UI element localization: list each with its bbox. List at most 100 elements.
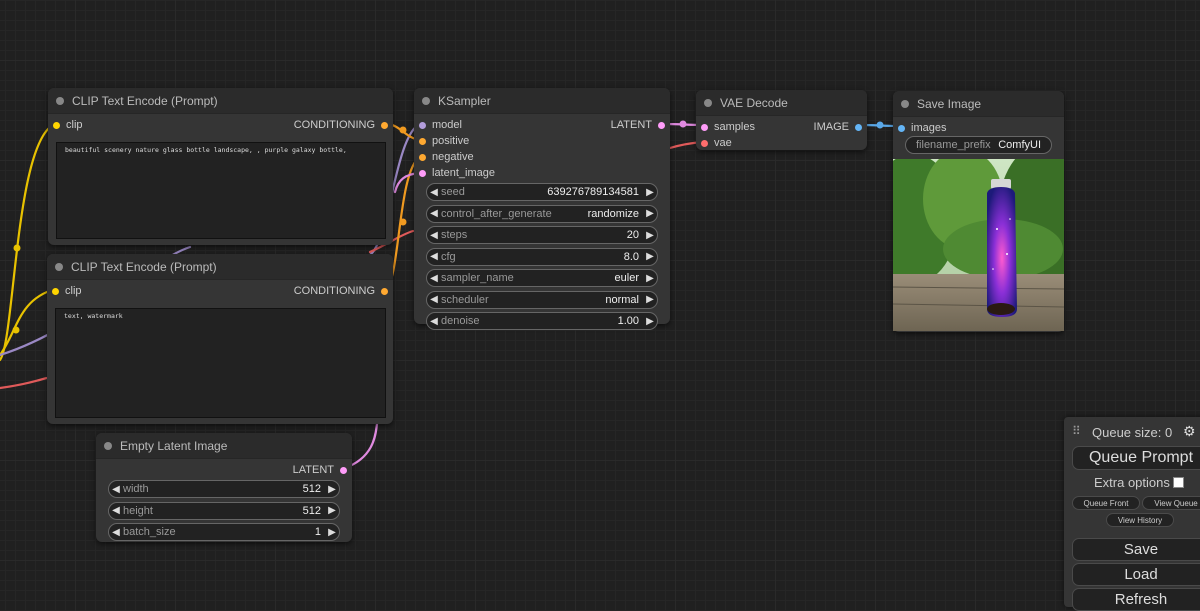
node-title-bar[interactable]: CLIP Text Encode (Prompt) [47,254,393,280]
queue-front-button[interactable]: Queue Front [1072,496,1140,510]
decrement-arrow-icon[interactable]: ◀ [427,316,441,327]
wire-vae [0,376,49,390]
node-title: Empty Latent Image [120,438,228,453]
view-queue-button[interactable]: View Queue [1142,496,1200,510]
prompt-textarea[interactable]: text, watermark [55,308,386,418]
slot-dot-icon[interactable] [419,153,426,161]
widget-sampler-name[interactable]: ◀ sampler_name euler ▶ [426,269,658,287]
save-image-node[interactable]: Save Image images filename_prefix ComfyU… [893,91,1064,332]
decrement-arrow-icon[interactable]: ◀ [109,527,123,538]
slot-dot-icon[interactable] [701,123,708,131]
input-slot-images[interactable]: images [898,122,946,134]
node-title-bar[interactable]: KSampler [414,88,670,114]
slot-dot-icon[interactable] [419,137,426,145]
output-slot-latent[interactable]: LATENT [293,464,347,476]
increment-arrow-icon[interactable]: ▶ [643,251,657,262]
node-title: CLIP Text Encode (Prompt) [72,93,218,108]
node-title: Save Image [917,96,982,111]
widget-filename-prefix[interactable]: filename_prefix ComfyUI [905,136,1052,154]
input-slot-clip[interactable]: clip [52,285,82,297]
widget-seed[interactable]: ◀ seed 639276789134581 ▶ [426,183,658,201]
queue-size-label: Queue size: 0 [1092,425,1173,440]
collapse-dot-icon[interactable] [104,441,112,450]
refresh-button[interactable]: Refresh [1072,588,1200,611]
save-button[interactable]: Save [1072,538,1200,561]
collapse-dot-icon[interactable] [56,96,64,105]
slot-dot-icon[interactable] [52,287,59,295]
widget-steps[interactable]: ◀ steps 20 ▶ [426,226,658,244]
slot-dot-icon[interactable] [658,121,665,129]
input-slot-clip[interactable]: clip [53,119,83,131]
output-slot-latent[interactable]: LATENT [611,119,665,131]
slot-dot-icon[interactable] [419,169,426,177]
slot-dot-icon[interactable] [898,124,905,132]
increment-arrow-icon[interactable]: ▶ [643,316,657,327]
node-title-bar[interactable]: CLIP Text Encode (Prompt) [48,88,393,114]
input-slot-model[interactable]: model [419,119,462,131]
slot-dot-icon[interactable] [419,121,426,129]
prompt-textarea[interactable]: beautiful scenery nature glass bottle la… [56,142,386,239]
input-slot-latent-image[interactable]: latent_image [419,167,495,179]
decrement-arrow-icon[interactable]: ◀ [427,251,441,262]
load-button[interactable]: Load [1072,563,1200,586]
empty-latent-image-node[interactable]: Empty Latent Image LATENT ◀ width 512 ▶ ◀ he… [96,433,352,542]
input-slot-positive[interactable]: positive [419,135,469,147]
decrement-arrow-icon[interactable]: ◀ [109,484,123,495]
extra-options-checkbox[interactable] [1172,477,1184,488]
increment-arrow-icon[interactable]: ▶ [643,294,657,305]
node-title: VAE Decode [720,95,788,110]
settings-gear-icon[interactable]: ⚙ [1183,423,1196,440]
widget-batch-size[interactable]: ◀ batch_size 1 ▶ [108,523,340,541]
drag-handle-icon[interactable]: ⠿ [1072,424,1081,438]
decrement-arrow-icon[interactable]: ◀ [427,187,441,198]
widget-scheduler[interactable]: ◀ scheduler normal ▶ [426,290,658,309]
increment-arrow-icon[interactable]: ▶ [643,230,657,241]
queue-panel: ⠿ Queue size: 0 ⚙ Queue Prompt Extra opt… [1064,417,1200,611]
widget-denoise[interactable]: ◀ denoise 1.00 ▶ [426,312,658,330]
decrement-arrow-icon[interactable]: ◀ [109,505,123,516]
slot-dot-icon[interactable] [381,287,388,295]
output-slot-conditioning[interactable]: CONDITIONING [294,285,388,297]
decrement-arrow-icon[interactable]: ◀ [427,208,441,219]
widget-width[interactable]: ◀ width 512 ▶ [108,480,340,498]
slot-dot-icon[interactable] [701,139,708,147]
node-title-bar[interactable]: VAE Decode [696,90,867,116]
increment-arrow-icon[interactable]: ▶ [643,187,657,198]
collapse-dot-icon[interactable] [55,262,63,271]
increment-arrow-icon[interactable]: ▶ [643,208,657,219]
widget-cfg[interactable]: ◀ cfg 8.0 ▶ [426,247,658,266]
slot-dot-icon[interactable] [381,121,388,129]
widget-control-after-generate[interactable]: ◀ control_after_generate randomize ▶ [426,204,658,223]
increment-arrow-icon[interactable]: ▶ [325,527,339,538]
decrement-arrow-icon[interactable]: ◀ [427,230,441,241]
node-title: CLIP Text Encode (Prompt) [71,259,217,274]
ksampler-node[interactable]: KSampler model LATENT positive negative … [414,88,670,330]
clip-text-encode-node-negative[interactable]: CLIP Text Encode (Prompt) clip CONDITION… [47,254,393,424]
decrement-arrow-icon[interactable]: ◀ [427,294,441,305]
slot-dot-icon[interactable] [340,466,347,474]
widget-height[interactable]: ◀ height 512 ▶ [108,501,340,520]
view-history-button[interactable]: View History [1106,513,1174,527]
node-title: KSampler [438,93,491,108]
collapse-dot-icon[interactable] [704,98,712,107]
node-title-bar[interactable]: Save Image [893,91,1064,117]
decrement-arrow-icon[interactable]: ◀ [427,273,441,284]
node-title-bar[interactable]: Empty Latent Image [96,433,352,459]
increment-arrow-icon[interactable]: ▶ [325,505,339,516]
extra-options-row: Extra options [1094,475,1184,490]
slot-dot-icon[interactable] [855,123,862,131]
increment-arrow-icon[interactable]: ▶ [643,273,657,284]
increment-arrow-icon[interactable]: ▶ [325,484,339,495]
queue-prompt-button[interactable]: Queue Prompt [1072,446,1200,470]
output-slot-conditioning[interactable]: CONDITIONING [294,119,388,131]
output-slot-image[interactable]: IMAGE [814,121,862,133]
clip-text-encode-node-positive[interactable]: CLIP Text Encode (Prompt) clip CONDITION… [48,88,393,245]
vae-decode-node[interactable]: VAE Decode samples IMAGE vae [696,90,867,150]
input-slot-negative[interactable]: negative [419,151,474,163]
input-slot-samples[interactable]: samples [701,121,755,133]
image-preview[interactable] [893,159,1064,331]
collapse-dot-icon[interactable] [901,99,909,108]
collapse-dot-icon[interactable] [422,96,430,105]
slot-dot-icon[interactable] [53,121,60,129]
input-slot-vae[interactable]: vae [701,137,732,149]
